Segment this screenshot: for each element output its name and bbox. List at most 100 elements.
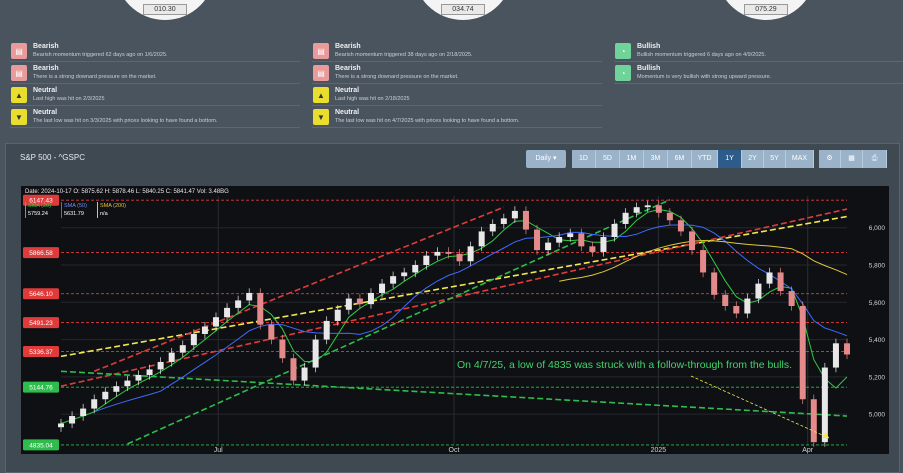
candle-body	[788, 291, 795, 307]
candle-body	[434, 251, 441, 256]
candle-body	[334, 309, 341, 321]
signal-row: ▲ Neutral Last high was hit on 2/18/2025	[312, 84, 602, 106]
signal-desc: Bullish momentum triggered 6 days ago on…	[637, 52, 767, 58]
candle-body	[57, 423, 65, 428]
signal-row: ◔ Bullish Momentum is very bullish with st…	[614, 62, 903, 84]
candle-body	[467, 246, 474, 262]
candle-body	[345, 298, 352, 310]
y-tick-label: 6,000	[869, 225, 886, 232]
signal-desc: Last high was hit on 2/18/2025	[335, 96, 410, 102]
candle-body	[711, 272, 718, 295]
y-tick-label: 5,000	[869, 412, 886, 419]
signal-row: ▤ Bearish Bearish momentum triggered 38 da…	[312, 40, 602, 62]
range-5y[interactable]: 5Y	[764, 150, 786, 168]
calculator-icon[interactable]: ▦	[841, 150, 863, 168]
candle-body	[113, 386, 120, 392]
sma-label: SMA (20)	[28, 203, 51, 209]
signal-title: Bearish	[33, 65, 59, 72]
candle-body	[511, 210, 518, 219]
candle-body	[80, 408, 87, 417]
sma-label: SMA (50)	[64, 203, 87, 209]
candle-body	[268, 324, 275, 340]
gauge-2: 034.74	[413, 0, 513, 20]
print-icon[interactable]: ⎙	[863, 150, 887, 168]
trendline-green-up	[127, 198, 671, 445]
candle-body	[611, 223, 618, 238]
candle-body	[733, 306, 740, 314]
sma-value: 5759.24	[28, 211, 48, 217]
signal-row: ▼ Neutral The last low was hit on 4/7/2025…	[312, 106, 602, 128]
signal-desc: Last high was hit on 2/3/2025	[33, 96, 105, 102]
sma-legend-20: SMA (20) 5759.24	[25, 202, 51, 218]
candle-body	[379, 283, 386, 293]
gauge-value: 075.29	[744, 4, 788, 15]
candle-body	[423, 255, 430, 265]
candle-body	[201, 326, 208, 334]
candle-body	[545, 242, 552, 251]
annotation-arrow	[690, 375, 830, 439]
candle-body	[478, 231, 485, 247]
bullish-gauge-icon: ◔	[615, 65, 631, 81]
sma-value: 5631.79	[64, 211, 84, 217]
candle-body	[744, 298, 751, 314]
range-5d[interactable]: 5D	[596, 150, 620, 168]
interval-dropdown[interactable]: Daily ▾	[526, 150, 566, 168]
candle-body	[700, 250, 707, 273]
candle-body	[445, 251, 452, 254]
candle-body	[135, 375, 142, 381]
y-tick-label: 5,600	[869, 300, 886, 307]
candle-body	[799, 306, 806, 400]
range-ytd[interactable]: YTD	[692, 150, 718, 168]
x-tick-label: Oct	[449, 447, 460, 454]
candle-body	[279, 339, 286, 359]
neutral-icon: ▼	[11, 109, 27, 125]
x-tick-label: Apr	[802, 447, 814, 454]
range-3m[interactable]: 3M	[644, 150, 668, 168]
range-2y[interactable]: 2Y	[742, 150, 764, 168]
range-1m[interactable]: 1M	[620, 150, 644, 168]
signal-desc: Momentum is very bullish with strong upw…	[637, 74, 772, 80]
signal-title: Bullish	[637, 43, 661, 50]
range-6m[interactable]: 6M	[668, 150, 692, 168]
signals-long-term: ◔ Bullish Bullish momentum triggered 6 day…	[614, 40, 903, 84]
candle-body	[500, 218, 507, 224]
candle-body	[832, 343, 839, 368]
candle-body	[312, 339, 319, 368]
candle-body	[401, 272, 408, 277]
gauge-value: 034.74	[441, 4, 485, 15]
gauge-1: 010.30	[115, 0, 215, 20]
candle-body	[810, 399, 817, 443]
candle-body	[600, 237, 607, 252]
candle-body	[534, 229, 541, 251]
sma-label: SMA (200)	[100, 203, 126, 209]
candle-body	[843, 343, 851, 355]
candle-body	[821, 367, 828, 443]
candle-body	[190, 333, 197, 346]
signal-title: Neutral	[335, 109, 360, 116]
chart-tools: ⚙ ▦ ⎙	[819, 150, 887, 168]
candle-body	[356, 298, 363, 305]
range-1y[interactable]: 1Y	[718, 150, 742, 168]
range-1d[interactable]: 1D	[572, 150, 596, 168]
candle-body	[622, 212, 629, 224]
y-tick-label: 5,200	[869, 374, 886, 381]
candle-body	[323, 320, 330, 340]
candle-body	[644, 205, 651, 208]
candle-body	[102, 391, 109, 400]
panel-title: S&P 500 - ^GSPC	[20, 153, 85, 162]
price-chart[interactable]: Jul Oct 2025 Apr 5,000 5,200 5,400 5,600 5,800 6,…	[21, 186, 889, 454]
signal-desc: Bearish momentum triggered 38 days ago o…	[335, 52, 473, 58]
price-level-label: 5646.10	[29, 291, 53, 298]
signals-mid-term: ▤ Bearish Bearish momentum triggered 38 da…	[312, 40, 602, 128]
signal-row: ▤ Bearish There is a strong downard pressu…	[312, 62, 602, 84]
x-tick-label: Jul	[214, 447, 223, 454]
range-max[interactable]: MAX	[786, 150, 814, 168]
settings-icon[interactable]: ⚙	[819, 150, 841, 168]
signal-title: Neutral	[33, 109, 58, 116]
signal-desc: Bearish momentum triggered 62 days ago o…	[33, 52, 168, 58]
candle-body	[390, 276, 397, 284]
signal-desc: The last low was hit on 4/7/2025 with pr…	[335, 118, 520, 124]
candle-body	[168, 352, 175, 362]
candle-body	[224, 307, 231, 318]
candle-body	[124, 380, 131, 387]
